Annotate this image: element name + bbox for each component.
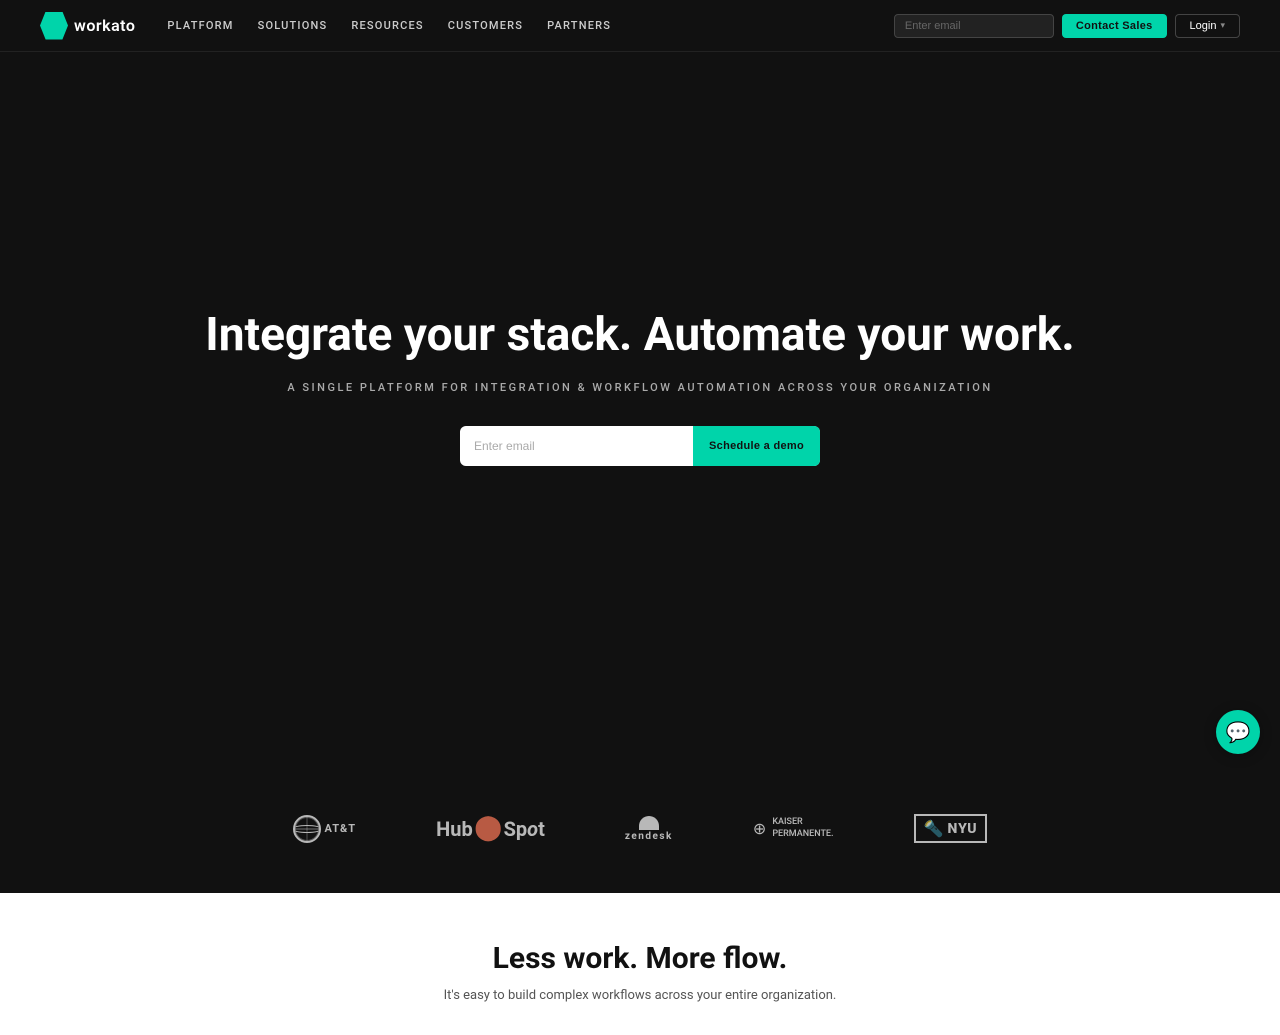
kaiser-text: KAISERPERMANENTE. [772, 817, 833, 840]
bottom-title: Less work. More flow. [40, 941, 1240, 976]
att-logo: AT&T [293, 815, 357, 843]
chat-icon: 💬 [1226, 720, 1251, 744]
logo[interactable]: workato [40, 12, 135, 40]
hubspot-logo: Hub⬤Spot [436, 817, 545, 841]
logo-mark [40, 12, 68, 40]
login-button[interactable]: Login ▾ [1175, 14, 1240, 38]
zendesk-logo: zendesk [625, 816, 673, 842]
nav-email-input[interactable] [894, 14, 1054, 38]
logo-wordmark: workato [74, 16, 135, 35]
att-sphere-icon [293, 815, 321, 843]
hero-title: Integrate your stack. Automate your work… [205, 308, 1074, 363]
hero-form: Schedule a demo [460, 426, 820, 466]
nav-link-customers[interactable]: CUSTOMERS [448, 19, 523, 32]
nav-left: workato PLATFORM SOLUTIONS RESOURCES CUS… [40, 12, 611, 40]
logos-section: AT&T Hub⬤Spot zendesk ⊕ KAISERPERMANENTE… [0, 774, 1280, 893]
zendesk-text: zendesk [625, 831, 673, 842]
nyu-logo: 🔦 NYU [914, 814, 988, 843]
nav-link-solutions[interactable]: SOLUTIONS [258, 19, 328, 32]
nav-links: PLATFORM SOLUTIONS RESOURCES CUSTOMERS P… [167, 19, 611, 32]
kaiser-icon: ⊕ [753, 819, 766, 838]
nyu-text: NYU [947, 821, 977, 837]
att-text: AT&T [325, 822, 357, 835]
navbar: workato PLATFORM SOLUTIONS RESOURCES CUS… [0, 0, 1280, 52]
nyu-torch-icon: 🔦 [924, 819, 944, 838]
hero-email-input[interactable] [460, 426, 693, 466]
chat-bubble-button[interactable]: 💬 [1216, 710, 1260, 754]
nav-right: Contact Sales Login ▾ [894, 14, 1240, 38]
hero-subtitle: A SINGLE PLATFORM FOR INTEGRATION & WORK… [287, 381, 992, 394]
zendesk-icon [639, 816, 659, 830]
nav-link-platform[interactable]: PLATFORM [167, 19, 233, 32]
hubspot-text: Hub [436, 817, 473, 841]
bottom-subtitle: It's easy to build complex workflows acr… [40, 988, 1240, 1003]
kaiser-logo: ⊕ KAISERPERMANENTE. [753, 817, 834, 840]
login-label: Login [1190, 20, 1217, 32]
hero-section: Integrate your stack. Automate your work… [0, 0, 1280, 774]
nav-link-partners[interactable]: PARTNERS [547, 19, 611, 32]
schedule-demo-button[interactable]: Schedule a demo [693, 426, 820, 466]
nav-link-resources[interactable]: RESOURCES [351, 19, 423, 32]
chevron-down-icon: ▾ [1220, 20, 1225, 31]
contact-sales-button[interactable]: Contact Sales [1062, 14, 1167, 38]
bottom-section: Less work. More flow. It's easy to build… [0, 893, 1280, 1035]
hubspot-text2: Spot [504, 817, 545, 841]
